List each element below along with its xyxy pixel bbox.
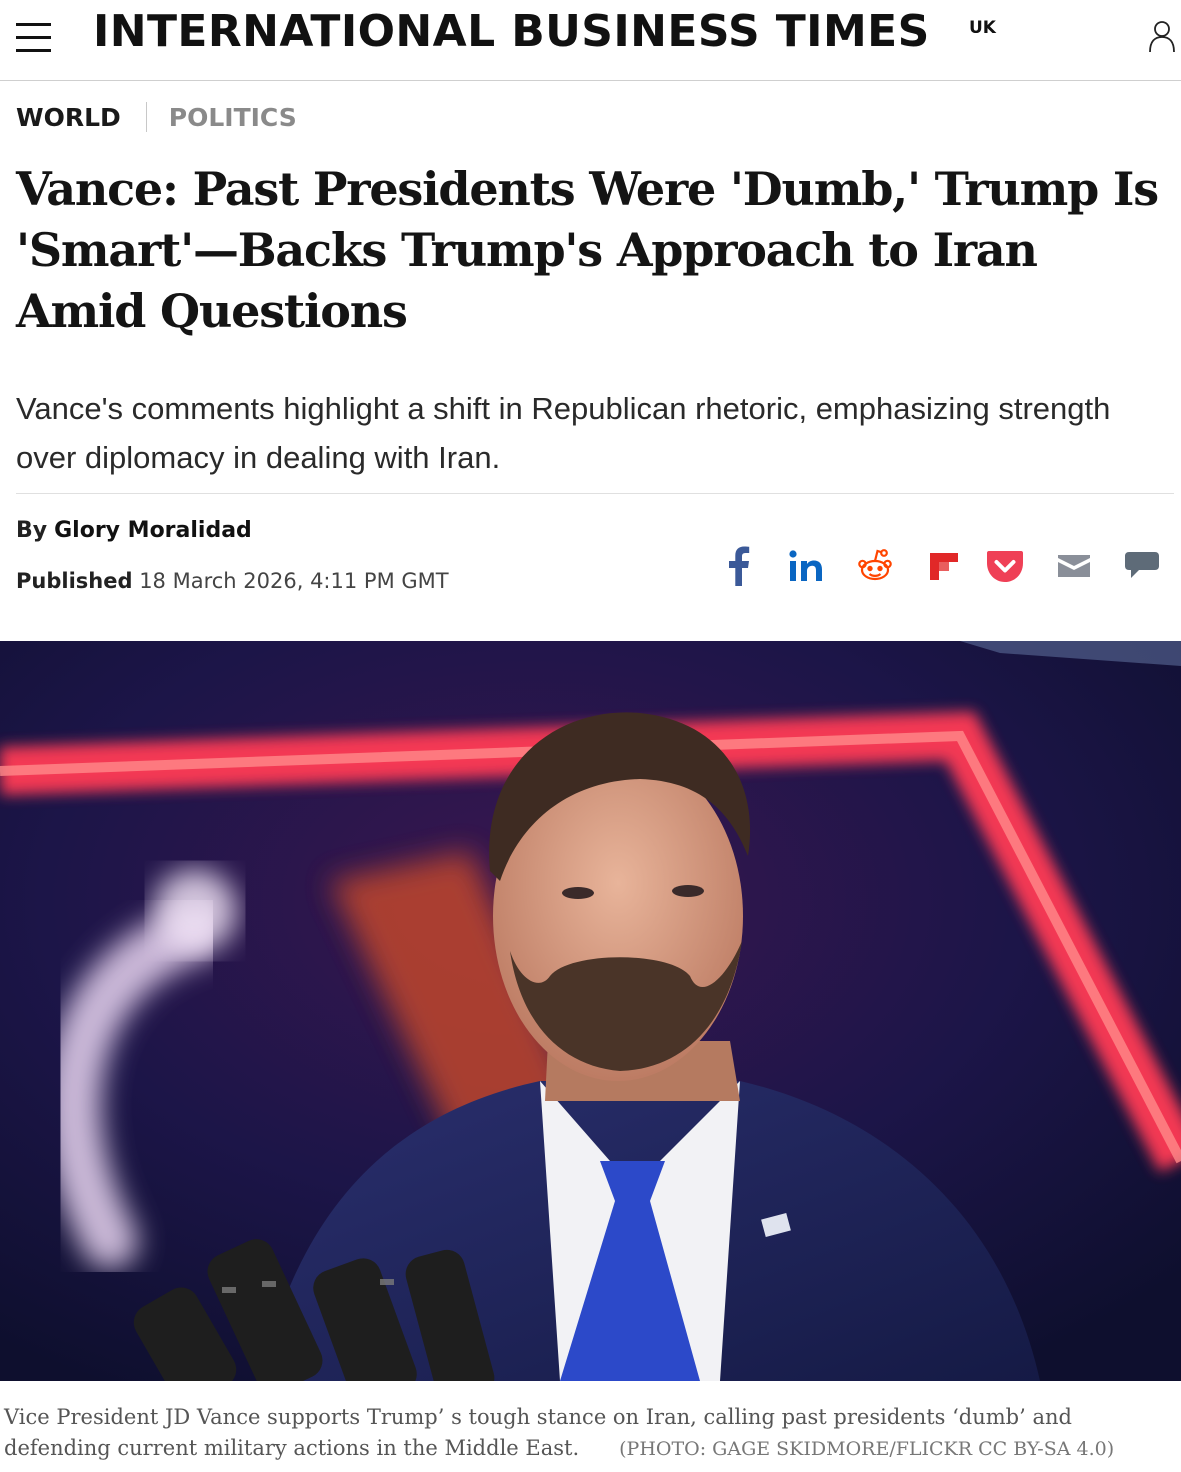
flipboard-share-icon[interactable] bbox=[925, 544, 961, 588]
comment-icon[interactable] bbox=[1122, 544, 1162, 588]
category-link-world[interactable]: WORLD bbox=[16, 103, 121, 132]
article-headline: Vance: Past Presidents Were 'Dumb,' Trum… bbox=[16, 162, 1159, 338]
facebook-share-icon[interactable] bbox=[724, 544, 754, 588]
site-header: INTERNATIONAL BUSINESS TIMES UK bbox=[0, 0, 1181, 81]
byline: By Glory Moralidad bbox=[16, 518, 252, 543]
article-subheadline: Vance's comments highlight a shift in Re… bbox=[16, 391, 1111, 475]
breadcrumb-divider bbox=[145, 102, 147, 132]
divider bbox=[16, 493, 1174, 494]
byline-label: By bbox=[16, 518, 48, 543]
image-caption: Vice President JD Vance supports Trump’ … bbox=[4, 1402, 1179, 1465]
site-logo[interactable]: INTERNATIONAL BUSINESS TIMES bbox=[93, 6, 930, 57]
category-link-politics[interactable]: POLITICS bbox=[169, 103, 297, 132]
photo-credit: (PHOTO: GAGE SKIDMORE/FLICKR CC BY-SA 4.… bbox=[619, 1438, 1115, 1460]
article-hero-image bbox=[0, 641, 1181, 1381]
email-share-icon[interactable] bbox=[1054, 544, 1094, 588]
linkedin-share-icon[interactable] bbox=[786, 544, 826, 588]
breadcrumb: WORLD POLITICS bbox=[16, 100, 297, 134]
pocket-save-icon[interactable] bbox=[985, 544, 1025, 588]
published-label: Published bbox=[16, 569, 133, 593]
user-account-icon[interactable] bbox=[1147, 19, 1177, 53]
author-link[interactable]: Glory Moralidad bbox=[54, 518, 252, 543]
publish-info: Published 18 March 2026, 4:11 PM GMT bbox=[16, 569, 449, 593]
published-date: 18 March 2026, 4:11 PM GMT bbox=[139, 569, 449, 593]
edition-label: UK bbox=[969, 18, 996, 38]
hamburger-menu-icon[interactable] bbox=[16, 20, 51, 54]
reddit-share-icon[interactable] bbox=[855, 544, 895, 588]
